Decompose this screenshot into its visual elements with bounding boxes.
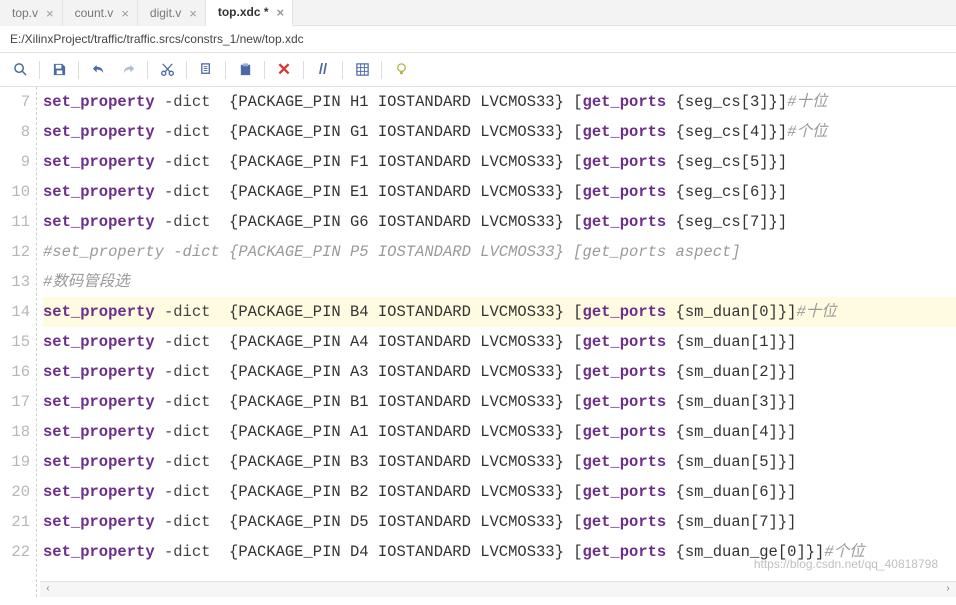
code-editor[interactable]: 78910111213141516171819202122 set_proper…: [0, 87, 956, 597]
separator: [78, 61, 79, 79]
code-line[interactable]: set_property -dict {PACKAGE_PIN F1 IOSTA…: [43, 147, 956, 177]
code-area[interactable]: set_property -dict {PACKAGE_PIN H1 IOSTA…: [36, 87, 956, 597]
code-line[interactable]: set_property -dict {PACKAGE_PIN E1 IOSTA…: [43, 177, 956, 207]
line-number: 21: [0, 507, 32, 537]
tab-label: top.v: [12, 6, 38, 20]
columns-icon: [355, 62, 370, 77]
comment-button[interactable]: //: [309, 57, 337, 83]
scroll-right-icon[interactable]: ›: [940, 582, 956, 597]
close-icon[interactable]: ×: [277, 6, 285, 19]
separator: [186, 61, 187, 79]
line-number: 7: [0, 87, 32, 117]
separator: [342, 61, 343, 79]
code-line[interactable]: set_property -dict {PACKAGE_PIN D4 IOSTA…: [43, 537, 956, 567]
line-number: 13: [0, 267, 32, 297]
close-icon[interactable]: ×: [46, 7, 54, 20]
copy-button[interactable]: [192, 57, 220, 83]
hint-button[interactable]: [387, 57, 415, 83]
close-icon[interactable]: ×: [121, 7, 129, 20]
horizontal-scrollbar[interactable]: ‹ ›: [40, 581, 956, 597]
separator: [39, 61, 40, 79]
line-number: 15: [0, 327, 32, 357]
comment-icon: //: [319, 61, 327, 78]
code-line[interactable]: set_property -dict {PACKAGE_PIN B3 IOSTA…: [43, 447, 956, 477]
tab-top-xdc[interactable]: top.xdc * ×: [206, 0, 293, 26]
code-line[interactable]: set_property -dict {PACKAGE_PIN B4 IOSTA…: [43, 297, 956, 327]
separator: [225, 61, 226, 79]
code-line[interactable]: set_property -dict {PACKAGE_PIN G6 IOSTA…: [43, 207, 956, 237]
copy-icon: [199, 62, 214, 77]
code-line[interactable]: #数码管段选: [43, 267, 956, 297]
save-icon: [52, 62, 67, 77]
line-number: 10: [0, 177, 32, 207]
find-button[interactable]: [6, 57, 34, 83]
code-line[interactable]: set_property -dict {PACKAGE_PIN B2 IOSTA…: [43, 477, 956, 507]
separator: [303, 61, 304, 79]
code-line[interactable]: set_property -dict {PACKAGE_PIN A3 IOSTA…: [43, 357, 956, 387]
tab-count-v[interactable]: count.v ×: [63, 0, 138, 26]
line-number: 9: [0, 147, 32, 177]
line-number: 19: [0, 447, 32, 477]
columns-button[interactable]: [348, 57, 376, 83]
cut-button[interactable]: [153, 57, 181, 83]
save-button[interactable]: [45, 57, 73, 83]
file-path: E:/XilinxProject/traffic/traffic.srcs/co…: [0, 26, 956, 53]
line-number: 12: [0, 237, 32, 267]
delete-button[interactable]: ✕: [270, 57, 298, 83]
redo-icon: [121, 62, 136, 77]
tab-top-v[interactable]: top.v ×: [0, 0, 63, 26]
line-number: 11: [0, 207, 32, 237]
scroll-left-icon[interactable]: ‹: [40, 582, 56, 597]
code-line[interactable]: set_property -dict {PACKAGE_PIN A4 IOSTA…: [43, 327, 956, 357]
code-line[interactable]: set_property -dict {PACKAGE_PIN A1 IOSTA…: [43, 417, 956, 447]
tab-label: top.xdc *: [218, 5, 269, 19]
paste-icon: [238, 62, 253, 77]
code-line[interactable]: #set_property -dict {PACKAGE_PIN P5 IOST…: [43, 237, 956, 267]
separator: [147, 61, 148, 79]
toolbar: ✕ //: [0, 53, 956, 87]
code-line[interactable]: set_property -dict {PACKAGE_PIN G1 IOSTA…: [43, 117, 956, 147]
line-number: 20: [0, 477, 32, 507]
separator: [264, 61, 265, 79]
cut-icon: [160, 62, 175, 77]
line-number: 18: [0, 417, 32, 447]
undo-icon: [91, 62, 106, 77]
search-icon: [13, 62, 28, 77]
line-number: 17: [0, 387, 32, 417]
line-number: 16: [0, 357, 32, 387]
code-line[interactable]: set_property -dict {PACKAGE_PIN H1 IOSTA…: [43, 87, 956, 117]
undo-button[interactable]: [84, 57, 112, 83]
line-number: 14: [0, 297, 32, 327]
tab-bar: top.v × count.v × digit.v × top.xdc * ×: [0, 0, 956, 26]
tab-label: digit.v: [150, 6, 181, 20]
redo-button[interactable]: [114, 57, 142, 83]
separator: [381, 61, 382, 79]
tab-digit-v[interactable]: digit.v ×: [138, 0, 206, 26]
line-number: 22: [0, 537, 32, 567]
delete-icon: ✕: [277, 60, 291, 80]
bulb-icon: [394, 62, 409, 77]
line-number: 8: [0, 117, 32, 147]
tab-label: count.v: [75, 6, 114, 20]
close-icon[interactable]: ×: [189, 7, 197, 20]
code-line[interactable]: set_property -dict {PACKAGE_PIN D5 IOSTA…: [43, 507, 956, 537]
line-number-gutter: 78910111213141516171819202122: [0, 87, 36, 597]
paste-button[interactable]: [231, 57, 259, 83]
code-line[interactable]: set_property -dict {PACKAGE_PIN B1 IOSTA…: [43, 387, 956, 417]
